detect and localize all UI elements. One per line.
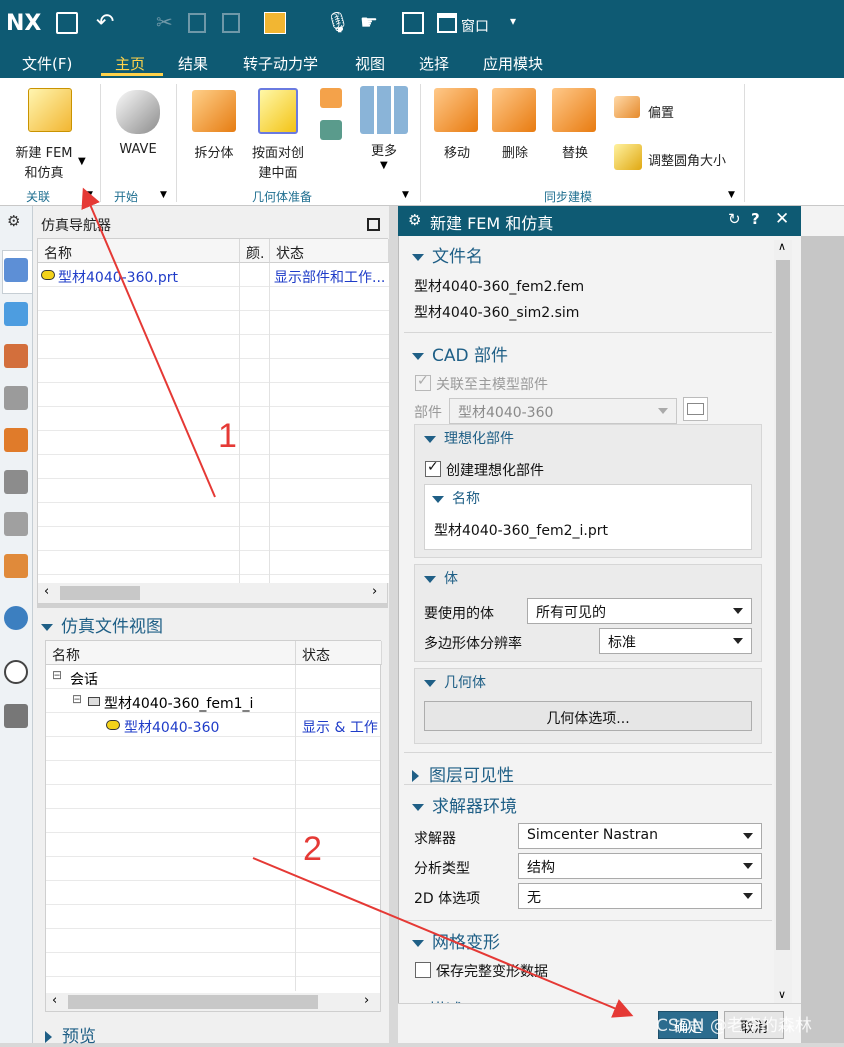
annotation-number-2: 2 (303, 830, 322, 868)
arrow-to-new-fem (81, 187, 216, 498)
watermark: CSDN @老李的森林 (656, 1016, 812, 1036)
annotation-number-1: 1 (218, 417, 237, 455)
arrow-to-ok (252, 857, 634, 1018)
annotation-overlay: 1 2 CSDN @老李的森林 (81, 187, 812, 1036)
